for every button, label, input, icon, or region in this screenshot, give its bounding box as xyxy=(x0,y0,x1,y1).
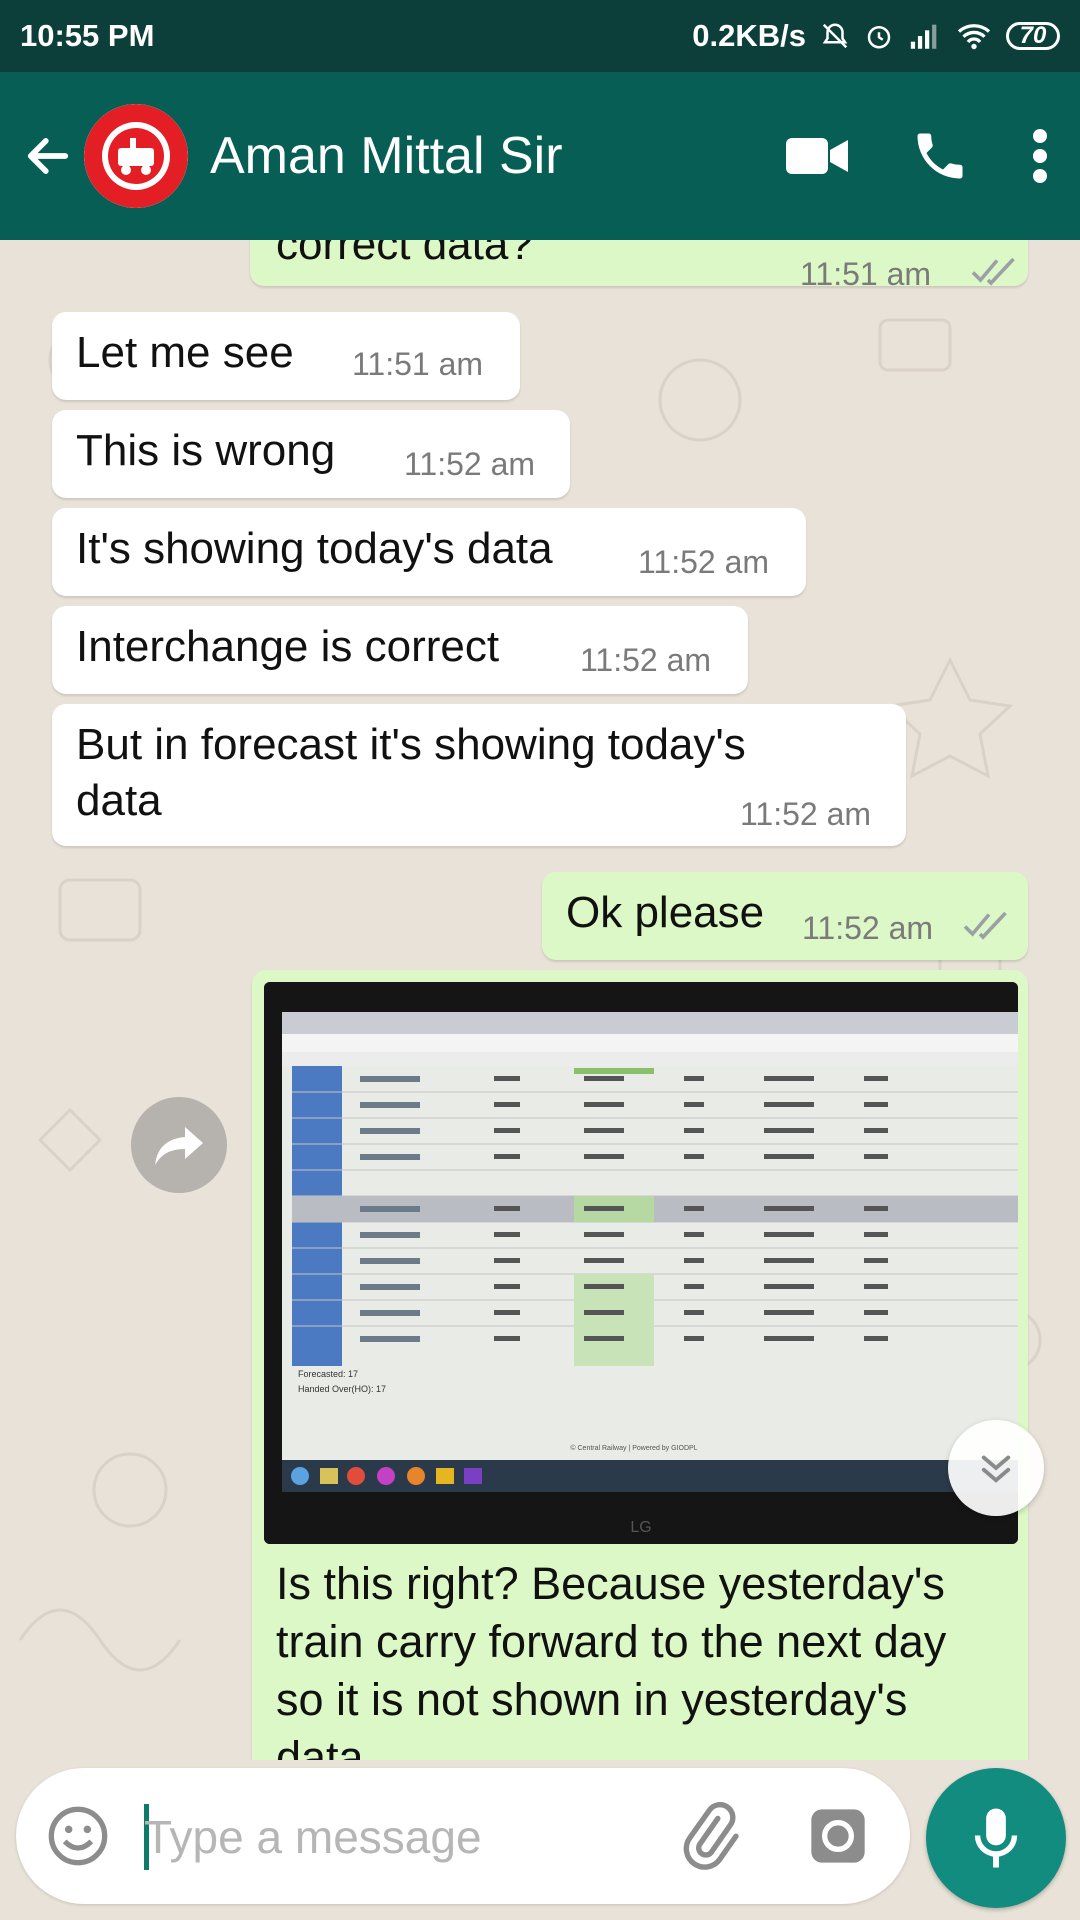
contact-name[interactable]: Aman Mittal Sir xyxy=(210,126,563,186)
message-text: Ok please xyxy=(566,888,765,937)
battery-indicator: 70 xyxy=(1006,22,1060,50)
message-composer xyxy=(16,1768,910,1904)
mute-bell-icon xyxy=(822,23,848,49)
menu-button[interactable] xyxy=(1030,128,1050,184)
message-time: 11:52 am xyxy=(740,796,872,832)
read-receipt-icon xyxy=(963,911,1007,940)
caption-line3: so it is not shown in yesterday's xyxy=(276,1674,908,1725)
message-text: It's showing today's data xyxy=(76,524,553,573)
message-time: 11:52 am xyxy=(404,446,536,482)
voice-record-button[interactable] xyxy=(926,1768,1066,1908)
paperclip-icon[interactable] xyxy=(674,1802,742,1870)
read-receipt-icon xyxy=(971,257,1015,286)
message-time: 11:51 am xyxy=(352,346,484,382)
message-outgoing[interactable]: correct data? 11:51 am xyxy=(250,240,1028,292)
image-message[interactable]: Forecasted: 17 Handed Over(HO): 17 © Cen… xyxy=(252,970,1028,1760)
message-text: Let me see xyxy=(76,328,294,377)
message-text: This is wrong xyxy=(76,426,336,475)
photo-handed-over-text: Handed Over(HO): 17 xyxy=(298,1384,386,1394)
forward-button[interactable] xyxy=(131,1097,227,1193)
forward-icon xyxy=(155,1127,203,1165)
video-call-button[interactable] xyxy=(784,132,850,180)
alarm-icon xyxy=(867,26,891,49)
status-time: 10:55 PM xyxy=(20,18,155,53)
message-time: 11:52 am xyxy=(638,544,770,580)
scroll-to-bottom-button[interactable] xyxy=(948,1420,1044,1516)
photo-brand-text: LG xyxy=(630,1519,651,1536)
message-text: correct data? xyxy=(276,240,533,269)
back-button[interactable] xyxy=(18,126,78,186)
message-incoming[interactable]: But in forecast it's showing today's dat… xyxy=(52,704,906,846)
photo-monitor-screen: Forecasted: 17 Handed Over(HO): 17 © Cen… xyxy=(264,982,1018,1544)
signal-icon xyxy=(910,24,937,49)
message-incoming[interactable]: Interchange is correct 11:52 am xyxy=(52,606,748,694)
message-text: Interchange is correct xyxy=(76,622,500,671)
status-bar: 10:55 PM 0.2KB/s 70 xyxy=(0,0,1080,72)
camera-icon[interactable] xyxy=(806,1804,870,1868)
message-time: 11:51 am xyxy=(800,256,932,292)
message-input[interactable] xyxy=(142,1798,666,1876)
message-text-line1: But in forecast it's showing today's xyxy=(76,720,746,769)
arrow-left-icon xyxy=(27,138,69,174)
message-text-line2: data xyxy=(76,776,162,825)
photo-forecasted-text: Forecasted: 17 xyxy=(298,1369,358,1379)
more-vert-icon xyxy=(1033,129,1047,183)
network-speed: 0.2KB/s xyxy=(692,18,806,53)
message-time: 11:52 am xyxy=(802,910,934,946)
caption-line1: Is this right? Because yesterday's xyxy=(276,1558,945,1609)
wifi-icon xyxy=(957,24,991,50)
indian-railways-logo xyxy=(84,104,188,208)
photo-footer-text: © Central Railway | Powered by GIODPL xyxy=(570,1444,697,1452)
chat-area[interactable]: correct data? 11:51 am Let me see 11:51 … xyxy=(0,240,1080,1760)
phone-icon xyxy=(917,133,963,179)
contact-avatar[interactable] xyxy=(84,104,188,208)
chevron-double-down-icon xyxy=(981,1455,1011,1483)
video-camera-icon xyxy=(786,138,848,174)
message-incoming[interactable]: Let me see 11:51 am xyxy=(52,312,520,400)
photo-attachment[interactable]: Forecasted: 17 Handed Over(HO): 17 © Cen… xyxy=(264,982,1018,1544)
caption-line2: train carry forward to the next day xyxy=(276,1616,947,1667)
status-icons: 0.2KB/s 70 xyxy=(692,18,1060,54)
voice-call-button[interactable] xyxy=(910,126,970,186)
message-outgoing[interactable]: Ok please 11:52 am xyxy=(542,872,1028,960)
message-time: 11:52 am xyxy=(580,642,712,678)
caption-line4: data xyxy=(276,1732,364,1760)
chat-header: Aman Mittal Sir xyxy=(0,72,1080,240)
message-incoming[interactable]: This is wrong 11:52 am xyxy=(52,410,570,498)
message-incoming[interactable]: It's showing today's data 11:52 am xyxy=(52,508,806,596)
microphone-icon xyxy=(974,1808,1018,1868)
smiley-icon[interactable] xyxy=(46,1804,110,1868)
header-actions xyxy=(784,126,1050,186)
